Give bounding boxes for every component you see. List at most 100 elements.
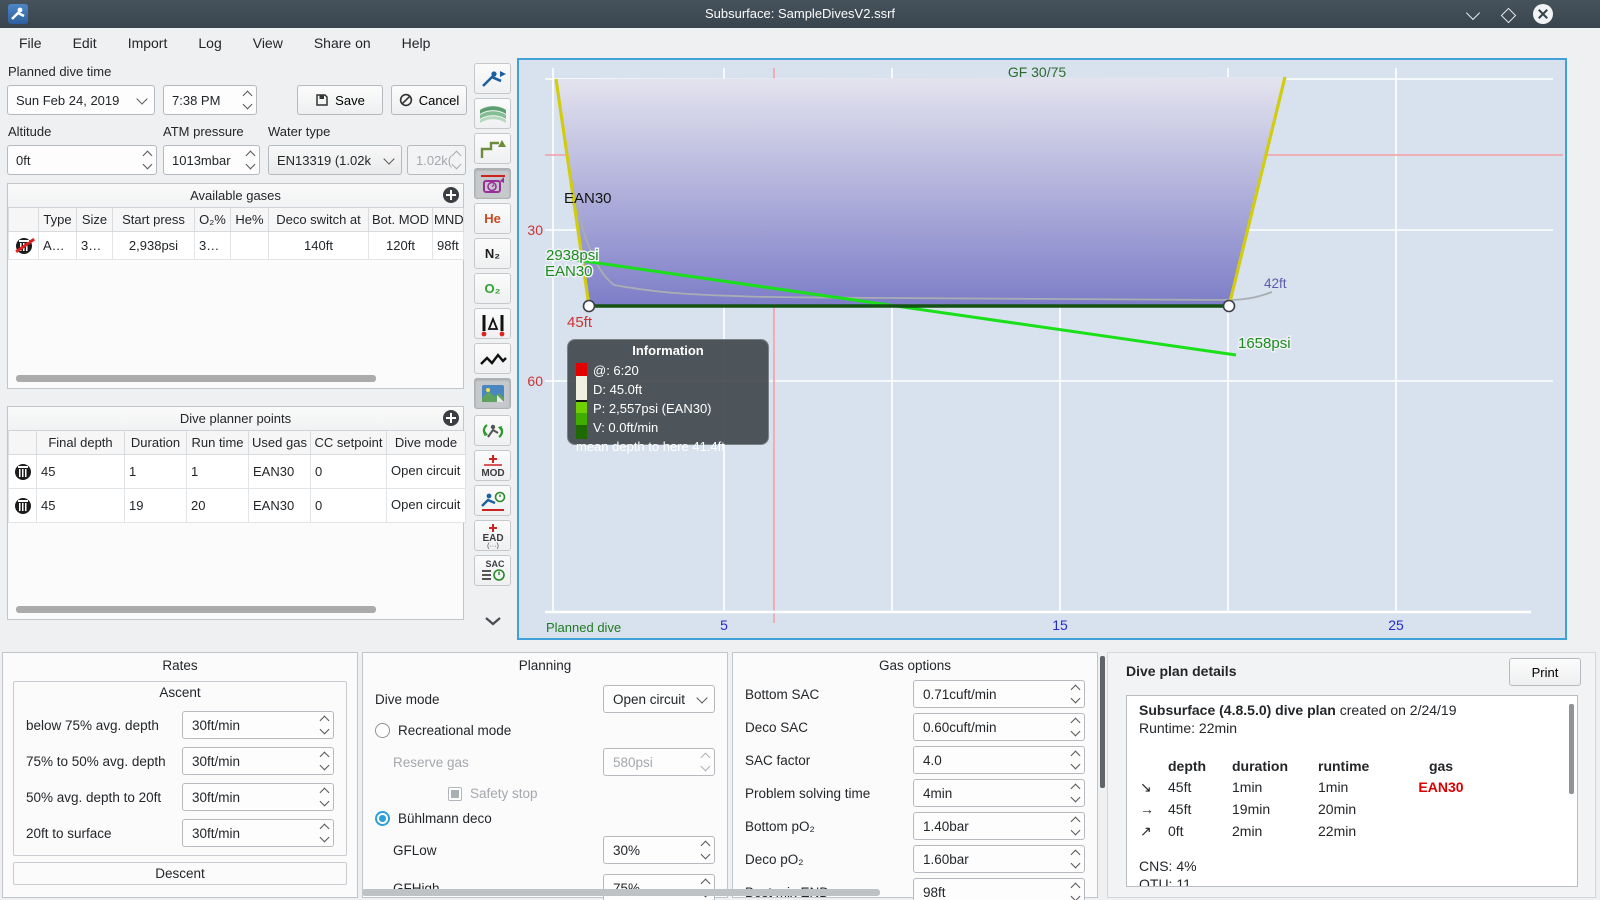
gfhigh-spinner[interactable]: 75% <box>603 874 715 900</box>
toolbar-mod-button[interactable]: MOD <box>474 450 511 481</box>
chevron-down-icon <box>383 153 395 165</box>
waypoint-handle[interactable] <box>1222 299 1236 313</box>
recreational-mode-radio[interactable] <box>375 723 390 738</box>
toolbar-deco-tts-button[interactable] <box>474 168 511 199</box>
bottom-po2-spinner[interactable]: 1.40bar <box>913 812 1085 840</box>
col-final-depth[interactable]: Final depth <box>36 431 125 455</box>
menu-share-on[interactable]: Share on <box>302 31 383 55</box>
deco-sac-spinner[interactable]: 0.60cuft/min <box>913 713 1085 741</box>
available-gases-panel: Available gases Type Size Start press O₂… <box>7 183 464 389</box>
deco-po2-spinner[interactable]: 1.60bar <box>913 845 1085 873</box>
waypoint-handle[interactable] <box>582 299 596 313</box>
col-deco-switch[interactable]: Deco switch at <box>268 208 369 232</box>
rates-title: Rates <box>162 658 198 673</box>
toolbar-sac-button[interactable]: SAC <box>474 555 511 586</box>
altitude-spinner[interactable]: 0ft <box>7 145 157 175</box>
toolbar-photos-button[interactable] <box>474 378 511 409</box>
dive-plan-details-panel: Dive plan details Print Subsurface (4.8.… <box>1107 652 1596 898</box>
save-button[interactable]: Save <box>297 85 383 115</box>
menu-file[interactable]: File <box>7 31 54 55</box>
ascent-rate-2-spinner[interactable]: 30ft/min <box>182 747 334 775</box>
gas-change-icon <box>482 423 503 438</box>
dive-date-combo[interactable]: Sun Feb 24, 2019 <box>7 85 155 115</box>
toolbar-waves-button[interactable] <box>474 98 511 129</box>
col-cc-setpoint[interactable]: CC setpoint <box>310 431 387 455</box>
delete-point-button[interactable] <box>8 454 37 489</box>
spinner-arrows-icon <box>242 90 253 110</box>
dive-profile-chart[interactable]: GF 30/75 30 60 5 15 25 EAN30 2938psi EAN… <box>517 58 1567 640</box>
col-run-time[interactable]: Run time <box>186 431 249 455</box>
print-button[interactable]: Print <box>1509 658 1581 686</box>
disabled-delete-icon <box>14 237 35 253</box>
descent-group: Descent <box>13 862 347 885</box>
bottom-hscrollbar[interactable] <box>362 889 880 896</box>
spinner-arrows-icon <box>142 150 153 170</box>
col-he[interactable]: He% <box>230 208 269 232</box>
menu-help[interactable]: Help <box>390 31 443 55</box>
toolbar-dive-trip-button[interactable] <box>474 63 511 94</box>
atm-pressure-spinner[interactable]: 1013mbar <box>163 145 260 175</box>
menu-import[interactable]: Import <box>116 31 180 55</box>
toolbar-ndl-button[interactable] <box>474 485 511 516</box>
col-start-press[interactable]: Start press <box>112 208 195 232</box>
gases-hscrollbar[interactable] <box>16 375 376 382</box>
toolbar-n2-button[interactable]: N₂ <box>474 238 511 269</box>
add-gas-button[interactable] <box>443 187 459 203</box>
delete-gas-button[interactable] <box>8 231 39 260</box>
ascent-rate-4-spinner[interactable]: 30ft/min <box>182 819 334 847</box>
col-bot-mod[interactable]: Bot. MOD <box>368 208 433 232</box>
plan-notes[interactable]: Subsurface (4.8.5.0) dive plan created o… <box>1126 695 1578 887</box>
col-o2[interactable]: O₂% <box>194 208 231 232</box>
bottom-depth-label: 45ft <box>567 314 593 331</box>
notes-scrollbar[interactable] <box>1569 704 1574 794</box>
col-used-gas[interactable]: Used gas <box>248 431 311 455</box>
cns-line: CNS: 4% <box>1139 858 1197 875</box>
ascent-rate-1-spinner[interactable]: 30ft/min <box>182 711 334 739</box>
delete-point-button[interactable] <box>8 488 37 523</box>
toolbar-gas-change-button[interactable] <box>474 415 511 446</box>
maximize-button[interactable] <box>1497 4 1519 26</box>
col-size[interactable]: Size <box>76 208 113 232</box>
cancel-button[interactable]: Cancel <box>391 85 467 115</box>
menu-edit[interactable]: Edit <box>61 31 109 55</box>
otu-line: OTU: 11 <box>1139 876 1191 887</box>
toolbar-o2-button[interactable]: O₂ <box>474 273 511 304</box>
minimize-button[interactable] <box>1462 4 1484 26</box>
ascent-rate-3-spinner[interactable]: 30ft/min <box>182 783 334 811</box>
points-hscrollbar[interactable] <box>16 606 376 613</box>
bottom-sac-spinner[interactable]: 0.71cuft/min <box>913 680 1085 708</box>
close-button[interactable] <box>1532 3 1554 25</box>
gflow-spinner[interactable]: 30% <box>603 836 715 864</box>
problem-solving-time-spinner[interactable]: 4min <box>913 779 1085 807</box>
toolbar-scroll-down-button[interactable] <box>474 605 511 636</box>
time-tick-15: 15 <box>1052 617 1068 633</box>
ceiling-steps-icon <box>480 139 506 158</box>
col-duration[interactable]: Duration <box>124 431 187 455</box>
details-vscrollbar[interactable] <box>1100 656 1105 788</box>
toolbar-heartrate-button[interactable] <box>474 343 511 374</box>
rates-panel: Rates Ascent below 75% avg. depth 30ft/m… <box>2 652 358 898</box>
col-type[interactable]: Type <box>38 208 77 232</box>
best-mix-end-spinner[interactable]: 98ft <box>913 878 1085 900</box>
sac-icon: SAC <box>481 559 504 581</box>
menu-log[interactable]: Log <box>186 31 233 55</box>
photo-icon <box>481 384 504 402</box>
available-gases-header: Available gases <box>8 184 463 208</box>
dive-mode-combo[interactable]: Open circuit <box>603 685 715 713</box>
toolbar-ead-button[interactable]: EAD (···) <box>474 520 511 551</box>
col-dive-mode[interactable]: Dive mode <box>386 431 466 455</box>
menu-view[interactable]: View <box>241 31 295 55</box>
toolbar-ruler-button[interactable] <box>474 308 511 339</box>
svg-text:(···): (···) <box>487 543 499 549</box>
buhlmann-deco-radio[interactable] <box>375 811 390 826</box>
ascent-group: Ascent below 75% avg. depth 30ft/min 75%… <box>13 681 347 856</box>
col-mnd[interactable]: MND <box>432 208 464 232</box>
tooltip-title: Information <box>632 343 704 358</box>
dive-planner-points-header: Dive planner points <box>8 407 463 431</box>
water-type-combo[interactable]: EN13319 (1.02k <box>268 145 402 175</box>
toolbar-ceiling-button[interactable] <box>474 133 511 164</box>
add-point-button[interactable] <box>443 410 459 426</box>
toolbar-he-button[interactable]: He <box>474 203 511 234</box>
sac-factor-spinner[interactable]: 4.0 <box>913 746 1085 774</box>
dive-time-spinner[interactable]: 7:38 PM <box>163 85 257 115</box>
